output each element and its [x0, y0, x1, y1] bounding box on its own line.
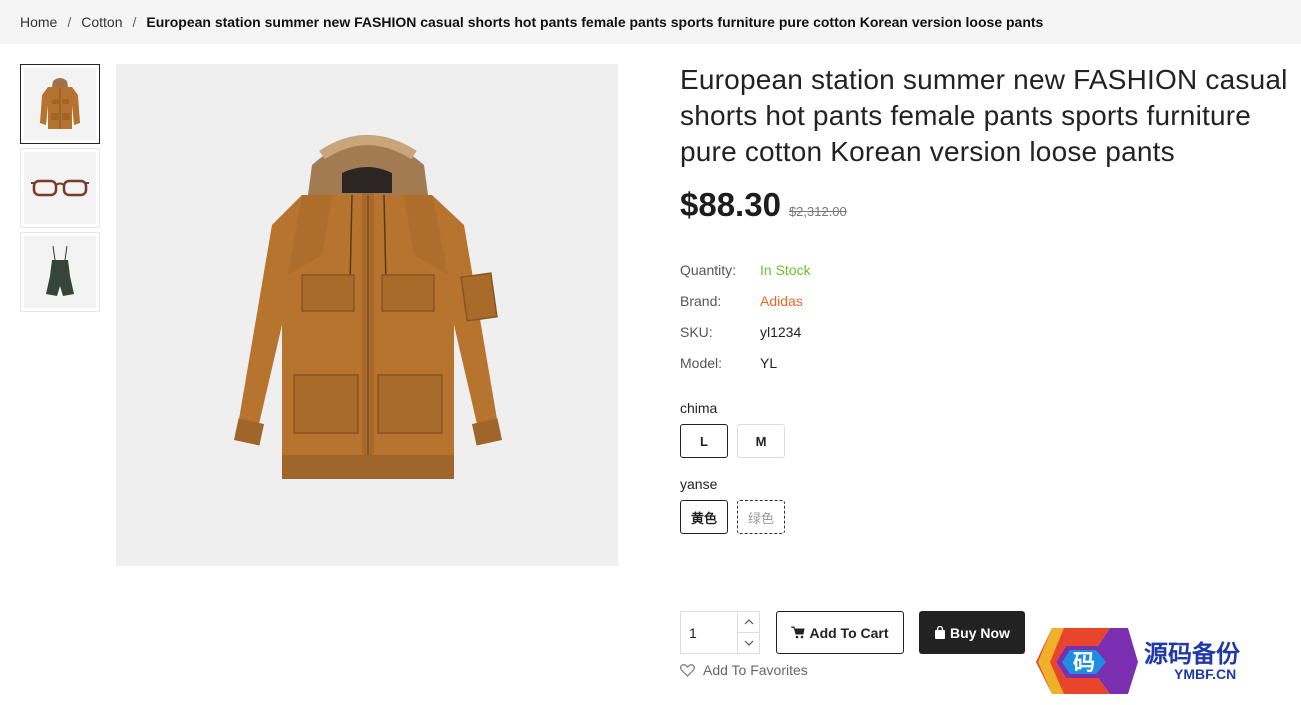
breadcrumb-category-link[interactable]: Cotton: [81, 14, 122, 30]
add-to-cart-button[interactable]: Add To Cart: [776, 611, 904, 654]
jacket-thumbnail-image: [24, 68, 96, 140]
cart-actions: Add To Cart Buy Now: [680, 611, 1025, 654]
svg-text:码: 码: [1073, 651, 1095, 676]
breadcrumb-current: European station summer new FASHION casu…: [146, 14, 1044, 30]
glasses-thumbnail-image: [24, 152, 96, 224]
spec-label: Quantity:: [680, 261, 737, 278]
model-value: YL: [760, 354, 778, 371]
jacket-image: [233, 135, 503, 479]
price-row: $88.30 $2,312.00: [680, 186, 1300, 224]
thumbnail-glasses[interactable]: [20, 148, 100, 228]
add-to-favorites-link[interactable]: Add To Favorites: [680, 662, 808, 678]
main-product-image[interactable]: [116, 64, 618, 566]
watermark-text-cn: 源码备份: [1144, 640, 1240, 668]
add-to-favorites-label: Add To Favorites: [703, 662, 808, 678]
breadcrumb-separator: /: [132, 14, 137, 30]
thumbnail-romper[interactable]: [20, 232, 100, 312]
watermark-emblem: 码: [1036, 628, 1138, 694]
color-option-green[interactable]: 绿色: [737, 500, 785, 534]
quantity-steppers: [737, 612, 759, 653]
color-option-yellow[interactable]: 黄色: [680, 500, 728, 534]
quantity-input[interactable]: [681, 612, 737, 653]
watermark-logo: 码 源码备份 YMBF.CN: [1018, 624, 1301, 700]
breadcrumb: Home / Cotton / European station summer …: [0, 0, 1301, 44]
romper-thumbnail-image: [24, 236, 96, 308]
breadcrumb-home-link[interactable]: Home: [20, 14, 57, 30]
product-old-price: $2,312.00: [788, 204, 847, 219]
heart-icon: [680, 663, 695, 677]
add-to-cart-label: Add To Cart: [809, 624, 889, 641]
buy-now-label: Buy Now: [950, 624, 1010, 641]
shopping-bag-icon: [934, 626, 946, 639]
chevron-down-icon: [744, 640, 753, 646]
size-option-label: chima: [680, 400, 718, 416]
spec-label: SKU:: [680, 323, 713, 340]
color-option-label: yanse: [680, 476, 718, 492]
product-title: European station summer new FASHION casu…: [680, 64, 1288, 167]
size-options: L M: [680, 424, 1300, 458]
product-price: $88.30: [680, 186, 781, 223]
spec-label: Model:: [680, 354, 723, 371]
quantity-stepper: [680, 611, 760, 654]
sku-value: yl1234: [760, 323, 802, 340]
cart-icon: [791, 626, 806, 639]
stock-status: In Stock: [760, 261, 811, 278]
spec-model: Model: YL: [680, 347, 1300, 378]
size-option-m[interactable]: M: [737, 424, 785, 458]
quantity-increase-button[interactable]: [738, 612, 759, 632]
spec-sku: SKU: yl1234: [680, 316, 1300, 347]
product-info: European station summer new FASHION casu…: [680, 62, 1300, 534]
size-option-l[interactable]: L: [680, 424, 728, 458]
brand-link[interactable]: Adidas: [760, 293, 803, 309]
thumbnail-jacket[interactable]: [20, 64, 100, 144]
watermark-text-en: YMBF.CN: [1174, 666, 1237, 682]
product-specs: Quantity: In Stock Brand: Adidas SKU: yl…: [680, 254, 1300, 378]
spec-label: Brand:: [680, 292, 722, 309]
spec-brand: Brand: Adidas: [680, 285, 1300, 316]
quantity-decrease-button[interactable]: [738, 632, 759, 653]
buy-now-button[interactable]: Buy Now: [919, 611, 1025, 654]
thumbnail-list: [20, 64, 100, 316]
chevron-up-icon: [744, 619, 753, 625]
spec-quantity: Quantity: In Stock: [680, 254, 1300, 285]
color-options: 黄色 绿色: [680, 500, 1300, 534]
breadcrumb-separator: /: [67, 14, 72, 30]
